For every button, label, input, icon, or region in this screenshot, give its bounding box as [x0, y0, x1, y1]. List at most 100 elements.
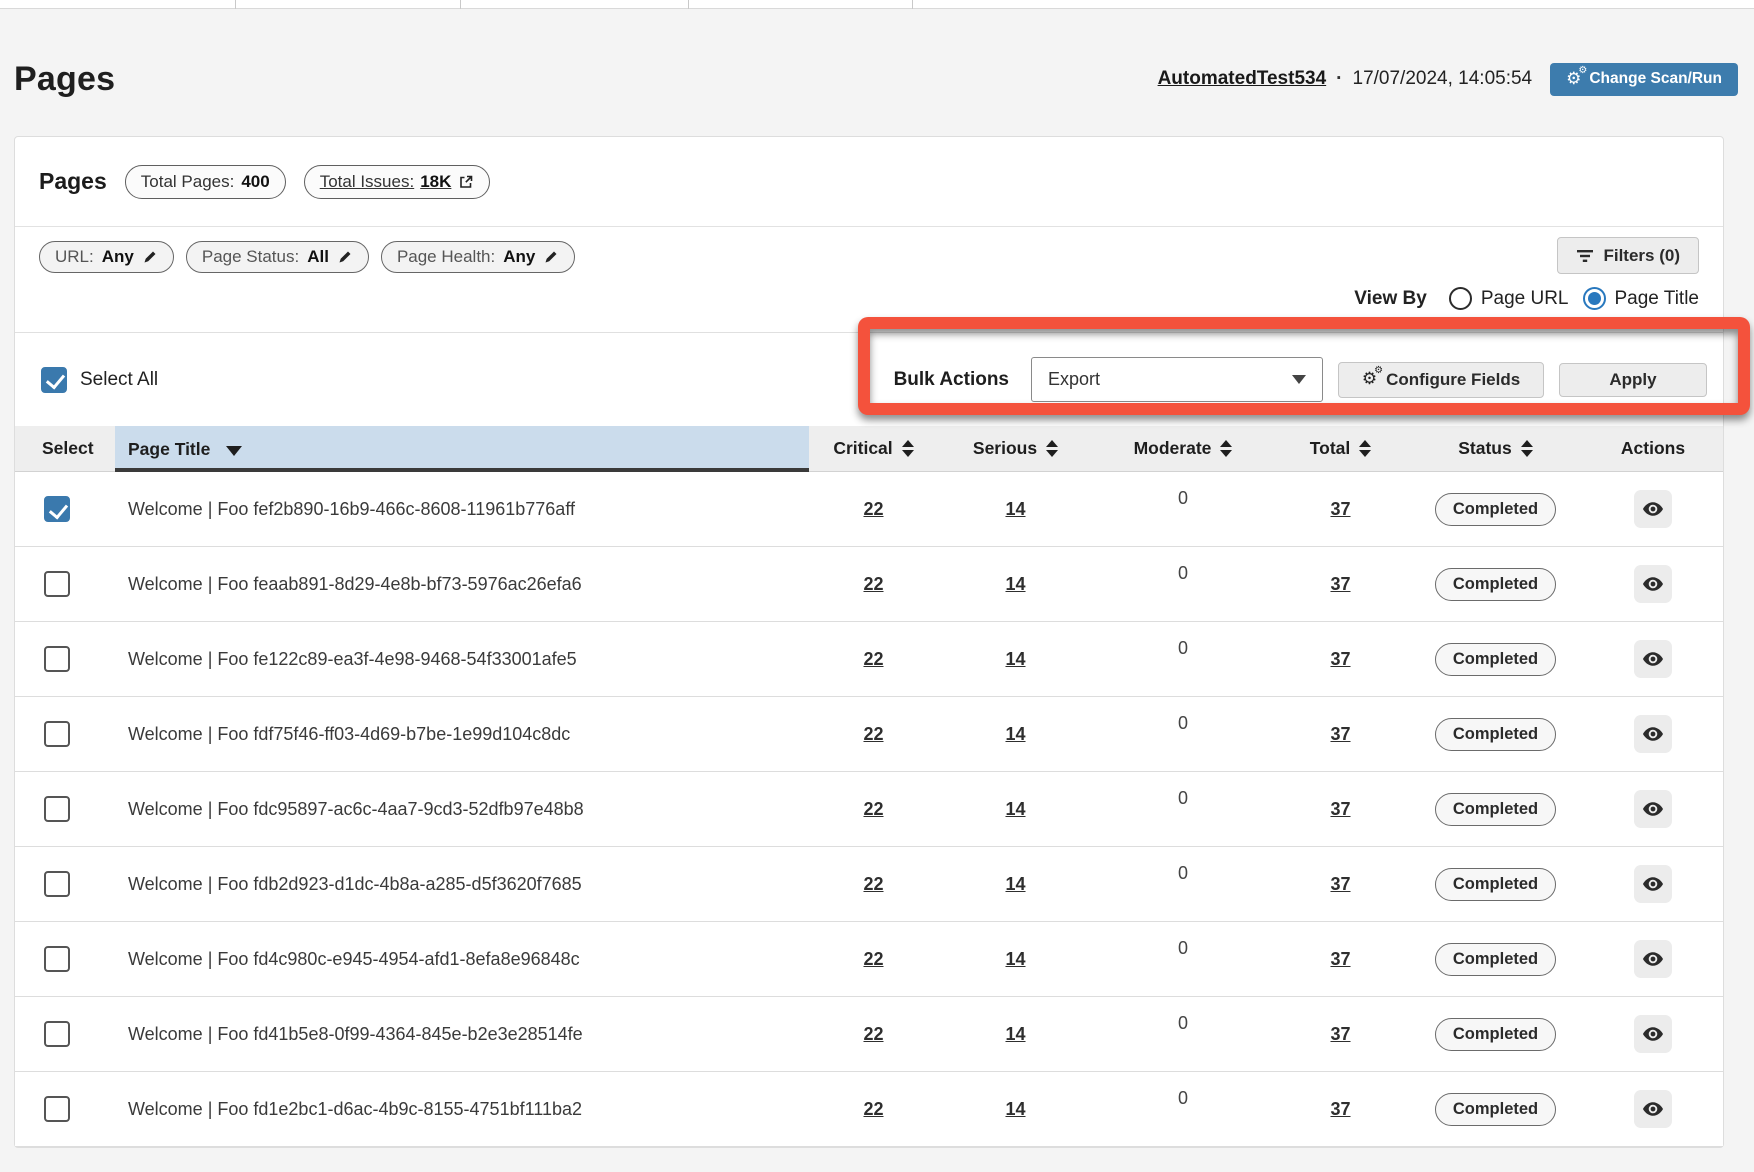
page-title-text: Welcome | Foo fd4c980c-e945-4954-afd1-8e… — [115, 922, 809, 996]
filters-button[interactable]: Filters (0) — [1557, 237, 1699, 274]
top-partial-table — [0, 0, 1754, 9]
select-all-checkbox[interactable] — [41, 367, 67, 393]
column-header-page-title[interactable]: Page Title — [115, 426, 809, 472]
view-page-button[interactable] — [1634, 940, 1672, 978]
row-checkbox[interactable] — [44, 1021, 70, 1047]
total-pages-label: Total Pages: — [141, 172, 235, 192]
total-issues-badge[interactable]: Total Issues: 18K — [304, 165, 491, 199]
column-header-moderate[interactable]: Moderate — [1093, 426, 1273, 472]
critical-count-link[interactable]: 22 — [863, 649, 883, 670]
eye-icon — [1641, 722, 1665, 746]
gears-icon: ⚙⚙ — [1362, 371, 1377, 388]
radio-selected-icon[interactable] — [1583, 287, 1606, 310]
row-checkbox[interactable] — [44, 1096, 70, 1122]
column-header-select: Select — [15, 426, 115, 472]
row-checkbox[interactable] — [44, 646, 70, 672]
filter-chip-url[interactable]: URL: Any — [39, 241, 174, 273]
moderate-count: 0 — [1178, 863, 1188, 884]
serious-count-link[interactable]: 14 — [1005, 724, 1025, 745]
total-count-link[interactable]: 37 — [1330, 874, 1350, 895]
filters-button-label: Filters (0) — [1603, 246, 1680, 266]
filter-chip-page-status[interactable]: Page Status: All — [186, 241, 369, 273]
select-all-control[interactable]: Select All — [41, 367, 158, 393]
view-page-button[interactable] — [1634, 490, 1672, 528]
apply-button[interactable]: Apply — [1559, 363, 1707, 397]
row-checkbox[interactable] — [44, 871, 70, 897]
row-checkbox[interactable] — [44, 796, 70, 822]
total-count-link[interactable]: 37 — [1330, 1099, 1350, 1120]
chevron-down-icon — [1292, 375, 1306, 384]
total-count-link[interactable]: 37 — [1330, 799, 1350, 820]
total-count-link[interactable]: 37 — [1330, 949, 1350, 970]
sort-icon — [1359, 440, 1371, 457]
total-count-link[interactable]: 37 — [1330, 1024, 1350, 1045]
eye-icon — [1641, 797, 1665, 821]
view-page-button[interactable] — [1634, 565, 1672, 603]
total-count-link[interactable]: 37 — [1330, 649, 1350, 670]
column-header-serious[interactable]: Serious — [938, 426, 1093, 472]
row-checkbox[interactable] — [44, 721, 70, 747]
view-page-button[interactable] — [1634, 1015, 1672, 1053]
eye-icon — [1641, 872, 1665, 896]
total-count-link[interactable]: 37 — [1330, 724, 1350, 745]
configure-fields-button[interactable]: ⚙⚙ Configure Fields — [1338, 362, 1544, 398]
radio-label: Page Title — [1615, 288, 1700, 310]
view-page-button[interactable] — [1634, 790, 1672, 828]
view-by-option-page-url[interactable]: Page URL — [1449, 287, 1569, 310]
view-page-button[interactable] — [1634, 640, 1672, 678]
scan-name-link[interactable]: AutomatedTest534 — [1158, 68, 1327, 90]
critical-count-link[interactable]: 22 — [863, 874, 883, 895]
view-page-button[interactable] — [1634, 1090, 1672, 1128]
eye-icon — [1641, 1022, 1665, 1046]
column-header-total[interactable]: Total — [1273, 426, 1408, 472]
page-title-text: Welcome | Foo feaab891-8d29-4e8b-bf73-59… — [115, 547, 809, 621]
column-header-critical[interactable]: Critical — [809, 426, 938, 472]
row-checkbox[interactable] — [44, 571, 70, 597]
total-count-link[interactable]: 37 — [1330, 574, 1350, 595]
total-pages-value: 400 — [241, 172, 269, 192]
view-by-option-page-title[interactable]: Page Title — [1583, 287, 1700, 310]
moderate-count: 0 — [1178, 1088, 1188, 1109]
moderate-count: 0 — [1178, 638, 1188, 659]
radio-unselected-icon[interactable] — [1449, 287, 1472, 310]
serious-count-link[interactable]: 14 — [1005, 499, 1025, 520]
serious-count-link[interactable]: 14 — [1005, 1024, 1025, 1045]
critical-count-link[interactable]: 22 — [863, 799, 883, 820]
divider — [235, 0, 236, 9]
view-page-button[interactable] — [1634, 715, 1672, 753]
status-badge: Completed — [1435, 568, 1556, 601]
column-header-status[interactable]: Status — [1408, 426, 1583, 472]
serious-count-link[interactable]: 14 — [1005, 949, 1025, 970]
serious-count-link[interactable]: 14 — [1005, 799, 1025, 820]
bulk-action-dropdown[interactable]: Export — [1031, 357, 1323, 402]
filter-icon — [1576, 249, 1594, 263]
moderate-count: 0 — [1178, 488, 1188, 509]
serious-count-link[interactable]: 14 — [1005, 649, 1025, 670]
critical-count-link[interactable]: 22 — [863, 724, 883, 745]
table-row: Welcome | Foo fdf75f46-ff03-4d69-b7be-1e… — [15, 697, 1723, 772]
critical-count-link[interactable]: 22 — [863, 1099, 883, 1120]
page-title-text: Welcome | Foo fdf75f46-ff03-4d69-b7be-1e… — [115, 697, 809, 771]
serious-count-link[interactable]: 14 — [1005, 1099, 1025, 1120]
row-checkbox[interactable] — [44, 946, 70, 972]
chip-label: Page Health: — [397, 247, 495, 267]
moderate-count: 0 — [1178, 938, 1188, 959]
critical-count-link[interactable]: 22 — [863, 574, 883, 595]
serious-count-link[interactable]: 14 — [1005, 874, 1025, 895]
view-page-button[interactable] — [1634, 865, 1672, 903]
serious-count-link[interactable]: 14 — [1005, 574, 1025, 595]
critical-count-link[interactable]: 22 — [863, 949, 883, 970]
critical-count-link[interactable]: 22 — [863, 499, 883, 520]
view-by-label: View By — [1354, 288, 1427, 310]
divider — [912, 0, 913, 9]
filter-chip-page-health[interactable]: Page Health: Any — [381, 241, 575, 273]
change-scan-run-button[interactable]: ⚙⚙ Change Scan/Run — [1550, 63, 1738, 96]
apply-label: Apply — [1609, 370, 1656, 390]
row-checkbox[interactable] — [44, 496, 70, 522]
table-body: Welcome | Foo fef2b890-16b9-466c-8608-11… — [15, 472, 1723, 1147]
critical-count-link[interactable]: 22 — [863, 1024, 883, 1045]
page-title-text: Welcome | Foo fe122c89-ea3f-4e98-9468-54… — [115, 622, 809, 696]
total-count-link[interactable]: 37 — [1330, 499, 1350, 520]
status-badge: Completed — [1435, 493, 1556, 526]
eye-icon — [1641, 647, 1665, 671]
